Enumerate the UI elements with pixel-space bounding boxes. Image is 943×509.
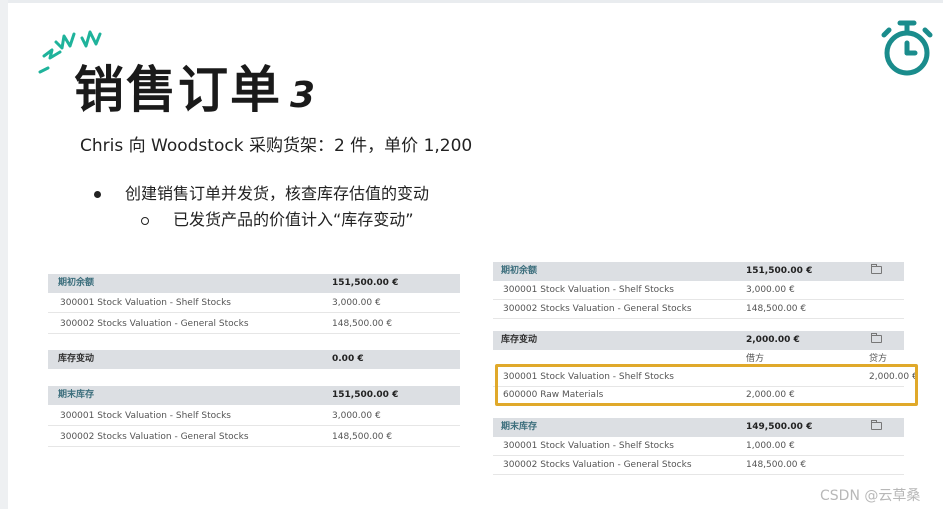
- row-value: 0.00 €: [332, 354, 364, 364]
- table-row[interactable]: 300001 Stock Valuation - Shelf Stocks 3,…: [48, 294, 460, 313]
- opening-balance-header[interactable]: 期初余额 151,500.00 €: [48, 274, 460, 293]
- slide-title: 销售订单 3: [74, 58, 315, 128]
- folder-icon[interactable]: [871, 418, 882, 437]
- row-label: 300002 Stocks Valuation - General Stocks: [503, 304, 692, 314]
- row-label: 300002 Stocks Valuation - General Stocks: [60, 432, 249, 442]
- row-value: 3,000.00 €: [332, 298, 381, 308]
- title-number: 3: [290, 75, 316, 116]
- row-value: 151,500.00 €: [332, 278, 399, 288]
- row-label: 库存变动: [58, 354, 95, 364]
- highlight-box: [495, 364, 918, 406]
- bullet-item: 创建销售订单并发货，核查库存估值的变动: [94, 180, 429, 204]
- table-row[interactable]: 300002 Stocks Valuation - General Stocks…: [48, 428, 460, 447]
- row-value: 3,000.00 €: [746, 285, 795, 295]
- table-row[interactable]: 300002 Stocks Valuation - General Stocks…: [493, 300, 904, 319]
- row-label: 300001 Stock Valuation - Shelf Stocks: [503, 441, 674, 451]
- row-label: 300002 Stocks Valuation - General Stocks: [60, 319, 249, 329]
- row-value: 148,500.00 €: [746, 304, 807, 314]
- row-value: 3,000.00 €: [332, 411, 381, 421]
- row-value: 2,000.00 €: [746, 335, 800, 345]
- row-label: 期末库存: [58, 390, 95, 400]
- bullet-ring-icon: [141, 216, 149, 225]
- sub-bullet-item: 已发货产品的价值计入“库存变动”: [141, 206, 414, 230]
- folder-icon[interactable]: [871, 331, 882, 350]
- table-row[interactable]: 300001 Stock Valuation - Shelf Stocks 1,…: [493, 437, 904, 456]
- watermark: CSDN @云草桑: [820, 488, 921, 504]
- bullet-text: 创建销售订单并发货，核查库存估值的变动: [125, 184, 430, 203]
- slide-top-border: [0, 0, 943, 3]
- row-value: 151,500.00 €: [332, 390, 399, 400]
- table-row[interactable]: 300001 Stock Valuation - Shelf Stocks 3,…: [48, 407, 460, 426]
- closing-stock-header[interactable]: 期末库存 151,500.00 €: [48, 386, 460, 405]
- stock-change-header[interactable]: 库存变动 2,000.00 €: [493, 331, 904, 350]
- row-label: 300001 Stock Valuation - Shelf Stocks: [503, 285, 674, 295]
- stock-change-header[interactable]: 库存变动 0.00 €: [48, 350, 460, 369]
- row-label: 300002 Stocks Valuation - General Stocks: [503, 460, 692, 470]
- row-value: 149,500.00 €: [746, 422, 813, 432]
- slide-subtitle: Chris 向 Woodstock 采购货架：2 件，单价 1,200: [80, 136, 473, 156]
- sub-bullet-text: 已发货产品的价值计入“库存变动”: [173, 210, 414, 229]
- row-label: 库存变动: [501, 335, 538, 345]
- row-label: 期初余额: [58, 278, 95, 288]
- row-label: 期初余额: [501, 266, 538, 276]
- opening-balance-header[interactable]: 期初余额 151,500.00 €: [493, 262, 904, 281]
- row-label: 300001 Stock Valuation - Shelf Stocks: [60, 411, 231, 421]
- row-label: 300001 Stock Valuation - Shelf Stocks: [60, 298, 231, 308]
- slide-left-border: [0, 0, 8, 509]
- folder-icon[interactable]: [871, 262, 882, 281]
- row-value: 148,500.00 €: [332, 432, 393, 442]
- row-value: 148,500.00 €: [746, 460, 807, 470]
- closing-stock-header[interactable]: 期末库存 149,500.00 €: [493, 418, 904, 437]
- table-row[interactable]: 300002 Stocks Valuation - General Stocks…: [493, 456, 904, 475]
- stopwatch-icon: [881, 20, 933, 76]
- row-value: 151,500.00 €: [746, 266, 813, 276]
- title-text: 销售订单: [74, 61, 282, 119]
- row-value: 1,000.00 €: [746, 441, 795, 451]
- row-label: 期末库存: [501, 422, 538, 432]
- table-row[interactable]: 300002 Stocks Valuation - General Stocks…: [48, 315, 460, 334]
- table-row[interactable]: 300001 Stock Valuation - Shelf Stocks 3,…: [493, 281, 904, 300]
- row-value: 148,500.00 €: [332, 319, 393, 329]
- bullet-dot-icon: [94, 191, 101, 198]
